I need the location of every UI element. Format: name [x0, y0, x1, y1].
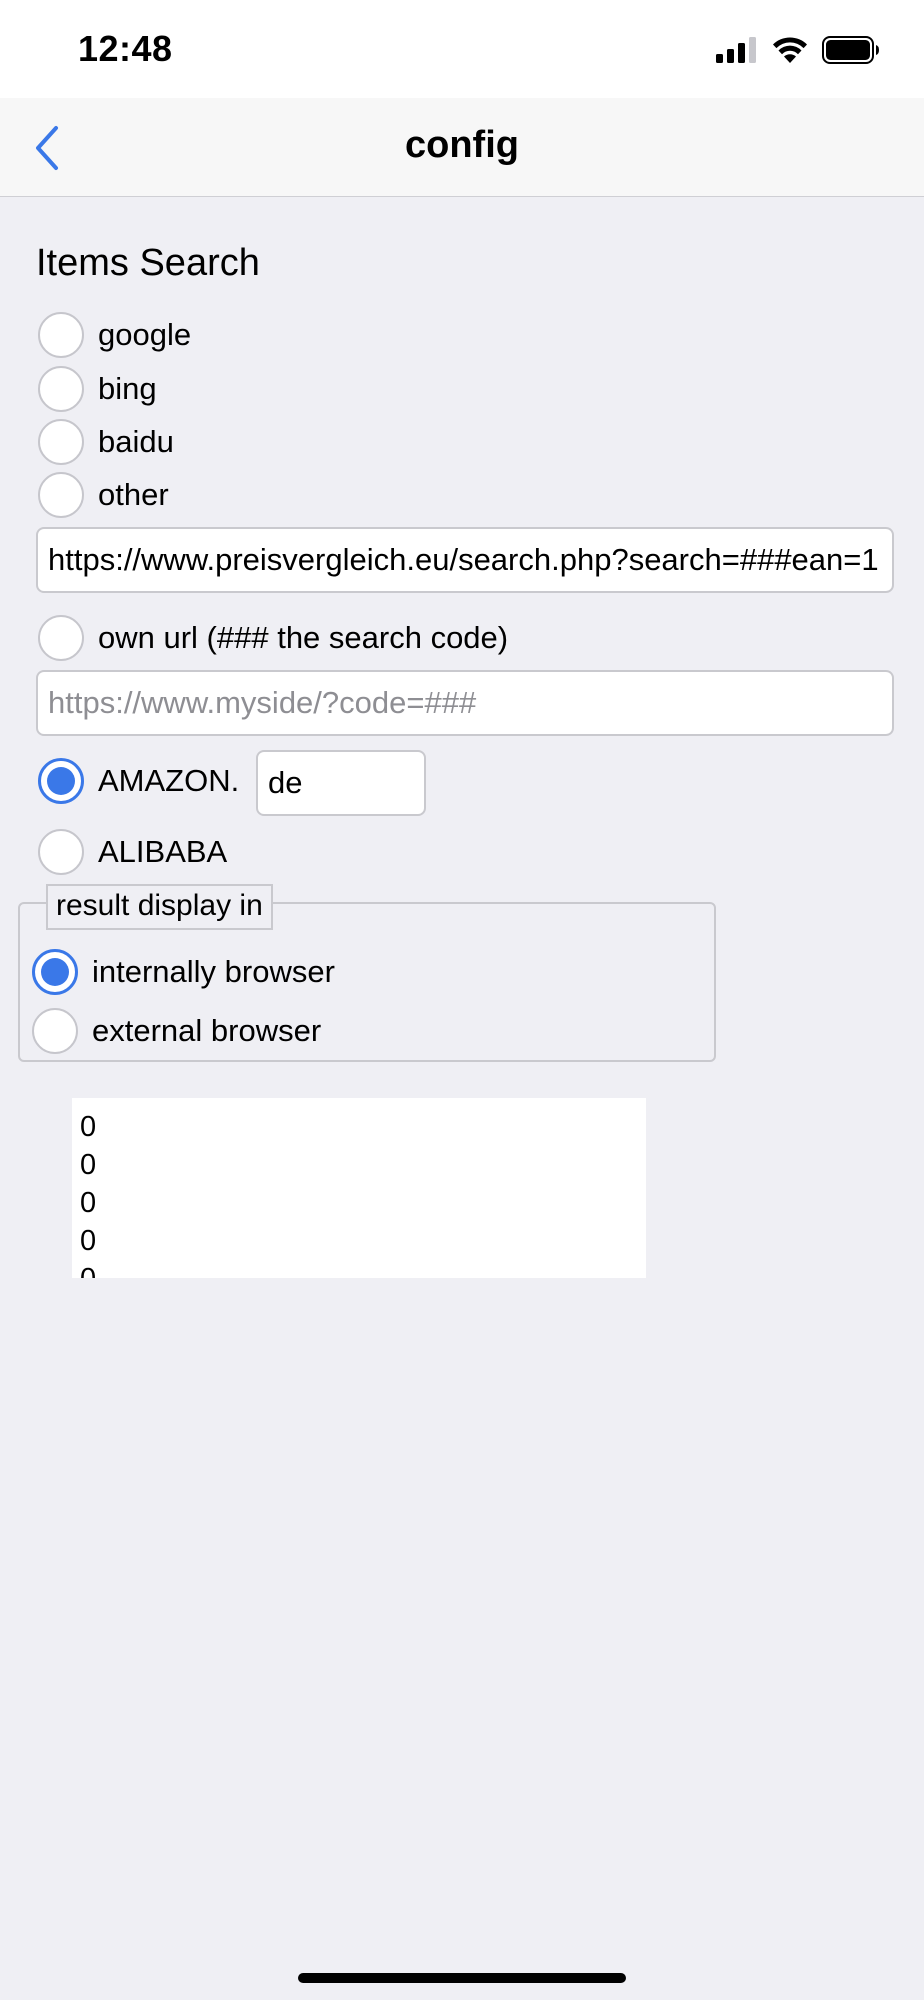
radio-option-baidu[interactable]: baidu — [38, 417, 174, 467]
list-item[interactable]: 0 — [72, 1108, 646, 1146]
wifi-icon — [773, 37, 807, 63]
radio-own-url[interactable] — [38, 615, 84, 661]
result-display-legend: result display in — [46, 884, 273, 930]
radio-alibaba[interactable] — [38, 829, 84, 875]
radio-label-bing: bing — [98, 371, 157, 406]
own-url-input[interactable] — [36, 670, 894, 736]
radio-label-baidu: baidu — [98, 424, 174, 459]
radio-amazon[interactable] — [38, 758, 84, 804]
radio-label-google: google — [98, 317, 192, 352]
radio-label-amazon: AMAZON. — [98, 763, 240, 798]
radio-option-bing[interactable]: bing — [38, 364, 157, 414]
signal-icon — [716, 37, 756, 63]
radio-option-google[interactable]: google — [38, 310, 191, 360]
status-time: 12:48 — [78, 28, 173, 69]
radio-label-own-url: own url (### the search code) — [98, 620, 509, 655]
radio-label-external-browser: external browser — [92, 1013, 322, 1048]
home-indicator[interactable] — [298, 1973, 626, 1983]
list-item[interactable]: 0 — [72, 1146, 646, 1184]
other-url-field[interactable]: https://www.preisvergleich.eu/search.php… — [36, 527, 894, 593]
radio-baidu[interactable] — [38, 419, 84, 465]
radio-option-other[interactable]: other — [38, 470, 169, 520]
battery-icon — [822, 36, 879, 64]
page-title: config — [405, 124, 519, 166]
radio-label-other: other — [98, 477, 169, 512]
radio-label-internal-browser: internally browser — [92, 954, 335, 989]
radio-option-own-url[interactable]: own url (### the search code) — [38, 613, 508, 663]
radio-option-external-browser[interactable]: external browser — [32, 1006, 321, 1056]
radio-other[interactable] — [38, 472, 84, 518]
radio-option-internal-browser[interactable]: internally browser — [32, 947, 335, 997]
radio-internal-browser[interactable] — [32, 949, 78, 995]
status-bar: 12:48 — [0, 0, 924, 98]
radio-option-alibaba[interactable]: ALIBABA — [38, 827, 227, 877]
list-item[interactable]: 0 — [72, 1260, 646, 1278]
radio-external-browser[interactable] — [32, 1008, 78, 1054]
radio-label-alibaba: ALIBABA — [98, 834, 228, 869]
nav-bar: config — [0, 98, 924, 197]
status-icons — [716, 34, 880, 66]
items-search-title: Items Search — [36, 242, 260, 284]
list-item[interactable]: 0 — [72, 1222, 646, 1260]
radio-bing[interactable] — [38, 366, 84, 412]
value-list-box[interactable]: 0 0 0 0 0 — [72, 1098, 646, 1278]
list-item[interactable]: 0 — [72, 1184, 646, 1222]
radio-option-amazon[interactable]: AMAZON. — [38, 756, 239, 806]
radio-google[interactable] — [38, 312, 84, 358]
amazon-domain-field[interactable]: de — [256, 750, 426, 816]
